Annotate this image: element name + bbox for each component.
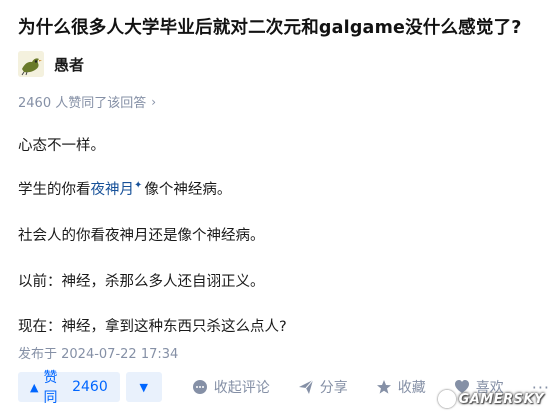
question-title[interactable]: 为什么很多人大学毕业后就对二次元和galgame没什么感觉了?	[18, 14, 538, 39]
share-button[interactable]: 分享	[298, 377, 348, 397]
upvote-summary[interactable]: 2460 人赞同了该回答 ›	[18, 92, 157, 112]
upvote-button[interactable]: ▲ 赞同 2460	[18, 370, 120, 406]
answer-paragraph: 社会人的你看夜神月还是像个神经病。	[18, 228, 265, 244]
favorite-button[interactable]: 收藏	[376, 377, 426, 397]
sparkle-icon: ✦	[134, 180, 143, 192]
share-label: 分享	[319, 380, 348, 396]
author-name[interactable]: 愚者	[54, 54, 84, 75]
star-icon	[376, 380, 391, 394]
comment-icon	[192, 380, 207, 394]
site-watermark: GAMERSKY	[437, 390, 544, 408]
avatar[interactable]	[18, 51, 44, 77]
publish-time[interactable]: 发布于 2024-07-22 17:34	[18, 343, 178, 362]
chevron-right-icon: ›	[151, 94, 157, 109]
paragraph-text: 学生的你看	[18, 182, 91, 198]
triangle-up-icon: ▲	[30, 380, 39, 394]
bird-avatar-icon	[18, 51, 44, 77]
watermark-text: GAMERSKY	[458, 391, 544, 407]
answer-paragraph: 现在：神经，拿到这种东西只杀这么点人?	[18, 319, 287, 335]
paragraph-text: 像个神经病。	[144, 182, 232, 198]
gamersky-logo-icon	[437, 390, 456, 408]
downvote-button[interactable]: ▼	[125, 372, 162, 402]
favorite-label: 收藏	[397, 380, 426, 396]
author-row[interactable]: 愚者	[18, 50, 84, 78]
keyword-link[interactable]: 夜神月	[91, 182, 135, 198]
answer-paragraph: 以前：神经，杀那么多人还自诩正义。	[18, 274, 265, 290]
upvote-summary-text: 2460 人赞同了该回答	[18, 96, 147, 111]
upvote-label: 赞同	[43, 370, 58, 406]
share-icon	[298, 379, 314, 394]
upvote-count: 2460	[72, 379, 108, 395]
triangle-down-icon: ▼	[139, 380, 148, 394]
collapse-comments-button[interactable]: 收起评论	[192, 377, 270, 397]
comment-label: 收起评论	[213, 380, 270, 396]
answer-paragraph: 学生的你看夜神月✦ 像个神经病。	[18, 178, 231, 199]
answer-paragraph: 心态不一样。	[18, 138, 105, 154]
